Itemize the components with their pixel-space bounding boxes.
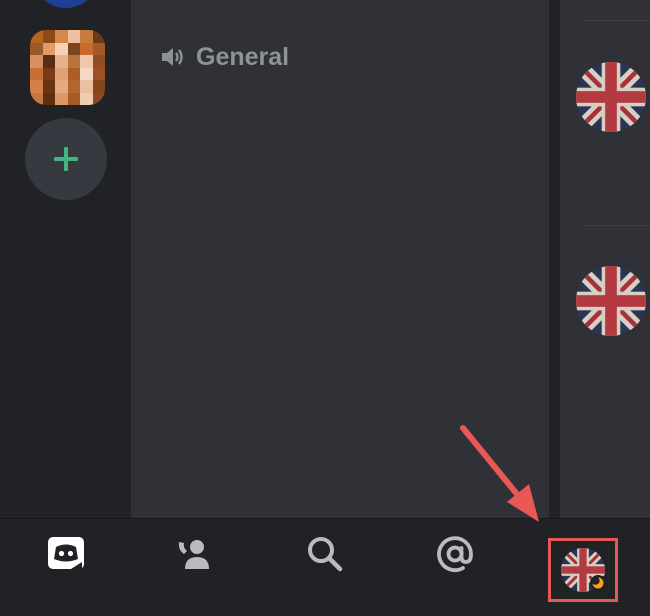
annotation-arrow (460, 425, 539, 522)
member-divider (584, 225, 650, 226)
union-jack-avatar (576, 62, 646, 132)
speaker-icon (162, 48, 183, 66)
channel-name: General (196, 42, 290, 71)
member-divider (584, 20, 650, 21)
friends-icon (178, 540, 209, 569)
discord-logo-icon (48, 537, 84, 569)
nav-friends-button[interactable] (172, 530, 220, 578)
search-icon (308, 537, 343, 572)
idle-status-icon (590, 575, 606, 591)
voice-channel-general[interactable]: General (160, 40, 289, 74)
nav-mentions-button[interactable] (431, 530, 479, 578)
union-jack-avatar (576, 266, 646, 336)
add-server-button[interactable] (25, 118, 107, 200)
server-icon-pixelated[interactable] (30, 30, 105, 105)
at-sign-icon (437, 536, 473, 572)
plus-icon (54, 147, 78, 171)
nav-search-button[interactable] (301, 530, 349, 578)
member-avatar[interactable] (576, 62, 646, 132)
member-avatar[interactable] (576, 266, 646, 336)
nav-home-button[interactable] (42, 530, 90, 578)
